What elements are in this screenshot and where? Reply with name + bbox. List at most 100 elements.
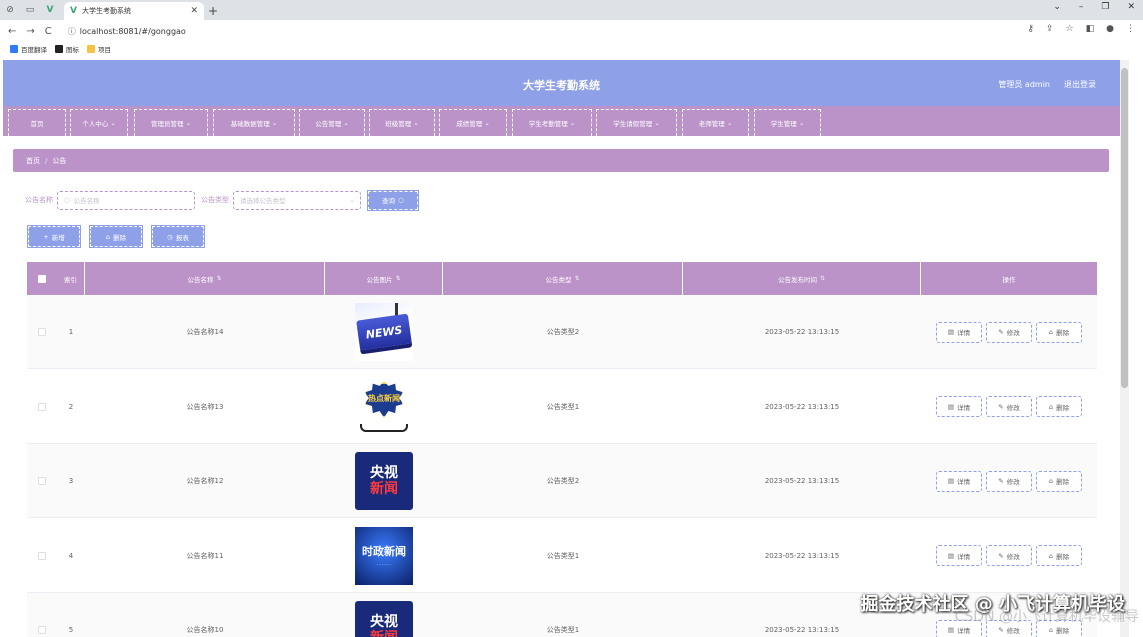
close-tab-icon[interactable]: ✕	[190, 6, 198, 16]
row-time: 2023-05-22 13:13:15	[764, 477, 840, 485]
trash-icon: ⌂	[1048, 626, 1054, 634]
edit-icon: ✎	[998, 626, 1004, 634]
pinned-tab-icon[interactable]: ▭	[20, 0, 40, 20]
app: 大学生考勤系统 管理员 admin 退出登录 首页 个人中心 ⌄ 管理员管理 ⌄…	[3, 60, 1120, 637]
row-select-cell	[27, 519, 57, 593]
doc-icon: ▤	[947, 402, 955, 411]
vue-tab-icon[interactable]: V	[40, 0, 60, 20]
menu-class[interactable]: 班级管理 ⌄	[369, 109, 435, 136]
menu-notice[interactable]: 公告管理 ⌄	[299, 109, 365, 136]
profile-icon[interactable]: ●	[1106, 24, 1114, 34]
trash-icon: ⌂	[1048, 551, 1054, 560]
row-name: 公告名称14	[186, 328, 224, 336]
edit-icon: ✎	[998, 551, 1004, 560]
chevron-down-icon: ⌄	[343, 119, 349, 127]
address-bar: ← → C ⓘ localhost:8081/#/gonggao ⚷ ⇪ ☆ ◧ …	[0, 20, 1143, 42]
menu-admin[interactable]: 管理员管理 ⌄	[134, 109, 208, 136]
notice-type-label: 公告类型	[201, 196, 229, 204]
menu-score[interactable]: 成绩管理 ⌄	[439, 109, 507, 136]
delete-button[interactable]: ⌂ 删除	[89, 225, 143, 248]
menu-leave[interactable]: 学生请假管理 ⌄	[596, 109, 677, 136]
detail-button[interactable]: ▤ 详情	[936, 396, 982, 417]
row-type: 公告类型2	[546, 477, 580, 485]
row-name: 公告名称13	[186, 402, 224, 411]
chevron-down-icon: ⌄	[413, 119, 419, 127]
sort-icon: ⇅	[216, 275, 222, 282]
scrollbar-thumb[interactable]	[1121, 68, 1128, 388]
edit-button[interactable]: ✎ 修改	[986, 545, 1032, 566]
breadcrumb: 首页 / 公告	[13, 149, 1109, 172]
menu-attendance[interactable]: 学生考勤管理 ⌄	[512, 109, 592, 136]
detail-button[interactable]: ▤ 详情	[936, 470, 982, 492]
bookmark-projects[interactable]: 项目	[87, 44, 111, 54]
th-type[interactable]: 公告类型 ⇅	[443, 262, 683, 295]
doc-icon: ▤	[947, 477, 955, 485]
menu-teacher[interactable]: 老师管理 ⌄	[682, 109, 749, 136]
star-icon[interactable]: ☆	[1066, 24, 1074, 34]
row-checkbox[interactable]	[38, 477, 46, 485]
row-checkbox[interactable]	[38, 626, 46, 634]
page-scrollbar[interactable]	[1120, 60, 1129, 637]
table-row: 2 公告名称13 热点新闻 公告类型1 2023-05-22 13:13:15 ▤ 详情 ✎ 修…	[27, 370, 1097, 444]
trash-icon: ⌂	[1048, 477, 1054, 485]
tab-title: 大学生考勤系统	[81, 7, 131, 15]
edit-icon: ✎	[998, 477, 1004, 485]
close-window-icon[interactable]: ✕	[1127, 2, 1135, 12]
th-index: 索引	[57, 262, 85, 295]
bookmark-icons[interactable]: 图标	[55, 44, 79, 54]
edit-button[interactable]: ✎ 修改	[986, 396, 1032, 417]
minimize-icon[interactable]: –	[1079, 2, 1084, 12]
browser-menu-icon[interactable]: ⊘	[0, 0, 20, 20]
row-delete-button[interactable]: ⌂ 删除	[1036, 396, 1082, 417]
row-index: 4	[68, 551, 74, 560]
row-delete-button[interactable]: ⌂ 删除	[1036, 545, 1082, 566]
back-icon[interactable]: ←	[8, 26, 16, 37]
sidepanel-icon[interactable]: ◧	[1086, 24, 1095, 34]
logout-link[interactable]: 退出登录	[1064, 79, 1096, 90]
url-field[interactable]: ⓘ localhost:8081/#/gonggao	[68, 26, 186, 37]
reload-icon[interactable]: C	[45, 26, 52, 37]
notice-type-select[interactable]: 请选择公告类型 ⌄	[233, 190, 361, 210]
add-button[interactable]: + 新增	[27, 225, 81, 248]
plus-icon: +	[43, 232, 49, 241]
select-all-checkbox[interactable]	[38, 274, 46, 283]
report-button[interactable]: ◷ 报表	[151, 225, 205, 248]
forward-icon[interactable]: →	[26, 26, 34, 37]
chevron-down-icon[interactable]: ⌄	[1053, 2, 1061, 12]
detail-button[interactable]: ▤ 详情	[936, 321, 982, 343]
row-delete-button[interactable]: ⌂ 删除	[1036, 321, 1082, 343]
edit-icon: ✎	[998, 328, 1004, 336]
row-checkbox[interactable]	[38, 328, 46, 336]
row-index: 1	[68, 328, 74, 336]
row-checkbox[interactable]	[38, 402, 46, 411]
doc-icon: ▤	[947, 328, 955, 336]
breadcrumb-home[interactable]: 首页	[26, 156, 40, 166]
th-image[interactable]: 公告图片 ⇅	[325, 262, 443, 295]
th-time[interactable]: 公告发布时间 ⇅	[683, 262, 921, 295]
row-ops: ▤ 详情 ✎ 修改 ⌂ 删除	[921, 370, 1097, 444]
edit-button[interactable]: ✎ 修改	[986, 321, 1032, 343]
more-icon[interactable]: ⋮	[1126, 24, 1135, 34]
menu-basic-data[interactable]: 基础数据管理 ⌄	[213, 109, 295, 136]
search-icon: ○	[398, 196, 404, 204]
menu-personal[interactable]: 个人中心 ⌄	[70, 109, 128, 136]
restore-icon[interactable]: ❐	[1101, 2, 1109, 12]
translate-icon	[10, 45, 18, 53]
menu-student[interactable]: 学生管理 ⌄	[754, 109, 821, 136]
share-icon[interactable]: ⇪	[1046, 24, 1054, 34]
edit-button[interactable]: ✎ 修改	[986, 470, 1032, 492]
key-icon[interactable]: ⚷	[1027, 24, 1034, 34]
query-button[interactable]: 查询 ○	[367, 189, 419, 211]
row-delete-button[interactable]: ⌂ 删除	[1036, 470, 1082, 492]
notice-name-input[interactable]: ○ 公告名称	[57, 190, 195, 210]
detail-button[interactable]: ▤ 详情	[936, 545, 982, 566]
bookmark-translate[interactable]: 百度翻译	[10, 44, 47, 54]
new-tab-icon[interactable]: +	[204, 2, 222, 20]
row-checkbox[interactable]	[38, 551, 46, 560]
trash-icon: ⌂	[1048, 402, 1054, 411]
row-select-cell	[27, 444, 57, 518]
row-time: 2023-05-22 13:13:15	[764, 328, 840, 336]
active-tab[interactable]: V 大学生考勤系统 ✕	[64, 2, 204, 20]
menu-home[interactable]: 首页	[8, 109, 66, 136]
th-name[interactable]: 公告名称 ⇅	[85, 262, 325, 295]
